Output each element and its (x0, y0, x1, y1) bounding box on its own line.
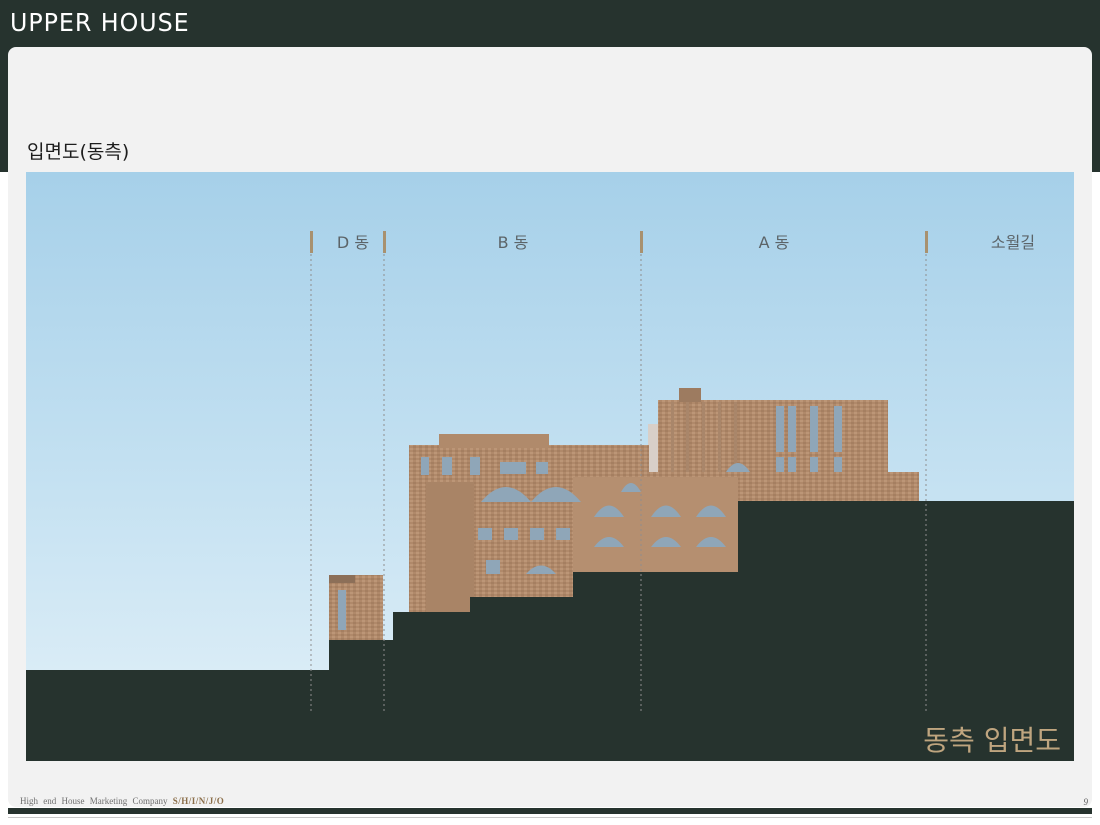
upperhouse-logo: UPPER HOUSE (10, 8, 190, 37)
footer-company-line: High end House Marketing Company (20, 796, 173, 806)
footer-bar (8, 808, 1092, 814)
footer-divider (8, 817, 1092, 818)
building-d (329, 575, 383, 640)
east-elevation-drawing: D 동 B 동 A 동 소월길 동측 입면도 (26, 172, 1074, 761)
zone-label-d: D 동 (337, 233, 369, 252)
page-title: 입면도(동측) (27, 141, 130, 163)
footer-brand: S/H/I/N/J/O (172, 796, 225, 806)
zone-label-sowol-road: 소월길 (991, 233, 1035, 252)
zone-label-b: B 동 (498, 233, 529, 252)
footer-company-text: High end House Marketing Company S/H/I/N… (20, 796, 224, 806)
page-number: 9 (1083, 797, 1089, 807)
drawing-caption: 동측 입면도 (923, 724, 1061, 757)
zone-label-a: A 동 (759, 233, 790, 252)
